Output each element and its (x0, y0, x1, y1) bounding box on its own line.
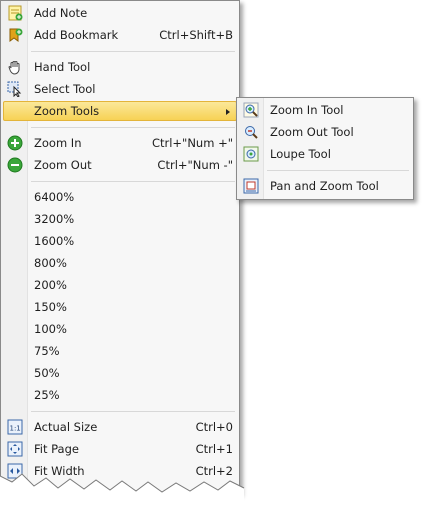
zoom-level-item[interactable]: 50% (3, 363, 237, 383)
svg-text:1:1: 1:1 (10, 425, 21, 433)
zoom-level-item[interactable]: 800% (3, 253, 237, 273)
separator (31, 127, 235, 128)
submenu-item-zoom-in-tool[interactable]: Zoom In Tool (239, 100, 411, 120)
menu-item-add-note[interactable]: Add Note (3, 3, 237, 23)
zoom-level-item[interactable]: 3200% (3, 209, 237, 229)
menu-item-zoom-tools[interactable]: Zoom Tools (3, 101, 237, 121)
menu-item-fit-width[interactable]: Fit Width Ctrl+2 (3, 461, 237, 481)
fit-width-shortcut: Ctrl+2 (195, 464, 233, 478)
zoom-out-tool-label: Zoom Out Tool (270, 125, 354, 139)
pan-zoom-tool-label: Pan and Zoom Tool (270, 179, 379, 193)
bookmark-icon (7, 27, 23, 43)
zoom-level-label: 1600% (34, 234, 75, 248)
loupe-icon (243, 146, 259, 162)
menu-item-zoom-out[interactable]: Zoom Out Ctrl+"Num -" (3, 155, 237, 175)
add-bookmark-shortcut: Ctrl+Shift+B (159, 28, 233, 42)
zoom-level-label: 3200% (34, 212, 75, 226)
submenu-arrow-icon (226, 109, 230, 115)
fit-width-icon (7, 463, 23, 479)
zoom-tools-label: Zoom Tools (34, 104, 100, 118)
menu-item-actual-size[interactable]: 1:1 Actual Size Ctrl+0 (3, 417, 237, 437)
menu-item-hand-tool[interactable]: Hand Tool (3, 57, 237, 77)
fit-page-icon (7, 441, 23, 457)
zoom-in-shortcut: Ctrl+"Num +" (151, 136, 233, 150)
zoom-out-label: Zoom Out (34, 158, 92, 172)
hand-tool-label: Hand Tool (34, 60, 91, 74)
zoom-level-label: 75% (34, 344, 60, 358)
zoom-level-item[interactable]: 25% (3, 385, 237, 405)
separator (31, 51, 235, 52)
note-icon (7, 5, 23, 21)
hand-icon (7, 59, 23, 75)
add-note-label: Add Note (34, 6, 88, 20)
zoom-tools-submenu: Zoom In Tool Zoom Out Tool Loupe Tool Pa… (236, 97, 414, 200)
zoom-in-green-icon (7, 135, 23, 151)
zoom-level-item[interactable]: 6400% (3, 187, 237, 207)
zoom-level-label: 800% (34, 256, 67, 270)
zoom-in-tool-label: Zoom In Tool (270, 103, 344, 117)
fit-page-shortcut: Ctrl+1 (195, 442, 233, 456)
menu-item-select-tool[interactable]: Select Tool (3, 79, 237, 99)
fit-page-label: Fit Page (34, 442, 79, 456)
add-bookmark-label: Add Bookmark (34, 28, 119, 42)
magnifier-minus-icon (243, 124, 259, 140)
zoom-level-item[interactable]: 75% (3, 341, 237, 361)
context-menu: Add Note Add Bookmark Ctrl+Shift+B Hand … (0, 0, 240, 494)
actual-size-label: Actual Size (34, 420, 98, 434)
menu-item-add-bookmark[interactable]: Add Bookmark Ctrl+Shift+B (3, 25, 237, 45)
fit-width-label: Fit Width (34, 464, 85, 478)
select-icon (7, 81, 23, 97)
zoom-level-label: 100% (34, 322, 67, 336)
magnifier-plus-icon (243, 102, 259, 118)
actual-size-shortcut: Ctrl+0 (195, 420, 233, 434)
zoom-level-item[interactable]: 100% (3, 319, 237, 339)
submenu-item-pan-zoom-tool[interactable]: Pan and Zoom Tool (239, 176, 411, 196)
zoom-level-label: 50% (34, 366, 60, 380)
submenu-item-zoom-out-tool[interactable]: Zoom Out Tool (239, 122, 411, 142)
zoom-level-item[interactable]: 150% (3, 297, 237, 317)
zoom-out-green-icon (7, 157, 23, 173)
submenu-item-loupe-tool[interactable]: Loupe Tool (239, 144, 411, 164)
zoom-in-label: Zoom In (34, 136, 82, 150)
pan-zoom-icon (243, 178, 259, 194)
zoom-level-label: 25% (34, 388, 60, 402)
separator (31, 181, 235, 182)
menu-item-fit-page[interactable]: Fit Page Ctrl+1 (3, 439, 237, 459)
separator (31, 411, 235, 412)
select-tool-label: Select Tool (34, 82, 96, 96)
zoom-out-shortcut: Ctrl+"Num -" (157, 158, 233, 172)
separator (267, 170, 409, 171)
zoom-level-label: 200% (34, 278, 67, 292)
zoom-level-item[interactable]: 1600% (3, 231, 237, 251)
zoom-level-item[interactable]: 200% (3, 275, 237, 295)
zoom-level-label: 150% (34, 300, 67, 314)
loupe-tool-label: Loupe Tool (270, 147, 331, 161)
actual-size-icon: 1:1 (7, 419, 23, 435)
zoom-level-label: 6400% (34, 190, 75, 204)
menu-item-zoom-in[interactable]: Zoom In Ctrl+"Num +" (3, 133, 237, 153)
